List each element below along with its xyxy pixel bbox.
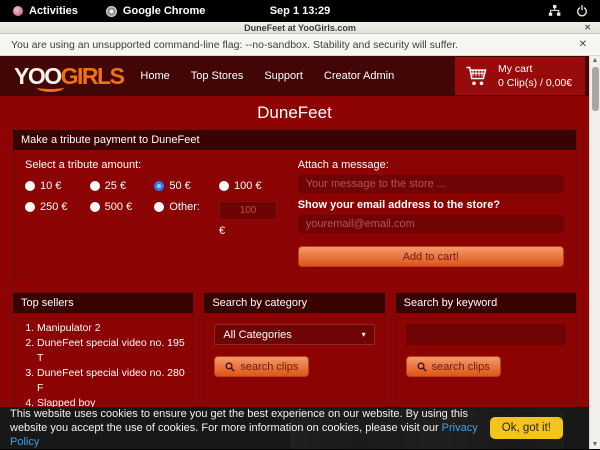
tribute-panel-header: Make a tribute payment to DuneFeet — [13, 130, 576, 150]
radio-checked-icon — [154, 181, 164, 191]
radio-label: Other: — [169, 201, 200, 213]
activities-label: Activities — [29, 5, 78, 17]
tribute-option-100[interactable]: 100 € — [219, 180, 284, 192]
bottom-panels: Top sellers Manipulator 2 DuneFeet speci… — [12, 292, 577, 407]
tribute-option-25[interactable]: 25 € — [90, 180, 155, 192]
radio-label: 500 € — [105, 201, 133, 213]
cookie-text-body: This website uses cookies to ensure you … — [10, 408, 468, 434]
search-clips-category-button[interactable]: search clips — [214, 356, 309, 377]
radio-icon — [25, 181, 35, 191]
message-label: Attach a message: — [298, 159, 564, 171]
browser-viewport: YOOGIRLS Home Top Stores Support Creator… — [0, 56, 600, 449]
distro-icon — [13, 6, 23, 16]
cart-summary: 0 Clip(s) / 0,00€ — [498, 76, 572, 90]
cart-icon — [465, 65, 489, 88]
tribute-option-other[interactable]: Other: — [154, 201, 219, 213]
tribute-option-50-selected[interactable]: 50 € — [154, 180, 219, 192]
chevron-down-icon: ▾ — [362, 330, 366, 339]
tribute-panel: Make a tribute payment to DuneFeet Selec… — [12, 129, 577, 280]
radio-icon — [219, 181, 229, 191]
page-title: DuneFeet — [0, 96, 589, 129]
search-icon — [225, 362, 235, 372]
tribute-option-500[interactable]: 500 € — [90, 201, 155, 213]
warning-close-icon[interactable]: ✕ — [579, 39, 587, 50]
radio-label: 25 € — [105, 180, 126, 192]
top-seller-item[interactable]: Slapped boy — [37, 396, 187, 407]
radio-label: 10 € — [40, 180, 61, 192]
site-header: YOOGIRLS Home Top Stores Support Creator… — [0, 56, 589, 96]
radio-icon — [25, 202, 35, 212]
system-tray — [548, 5, 588, 17]
site-logo[interactable]: YOOGIRLS — [14, 65, 123, 88]
top-seller-item[interactable]: DuneFeet special video no. 195 T — [37, 336, 187, 366]
clock: Sep 1 13:29 — [0, 5, 600, 17]
radio-label: 100 € — [234, 180, 262, 192]
top-sellers-header: Top sellers — [13, 293, 193, 313]
search-clips-label: search clips — [432, 361, 490, 373]
search-category-panel: Search by category All Categories ▾ — [203, 292, 385, 407]
app-menu-button[interactable]: Google Chrome — [106, 5, 206, 17]
cart-label: My cart — [498, 62, 572, 76]
nav-top-stores[interactable]: Top Stores — [191, 70, 244, 82]
email-label: Show your email address to the store? — [298, 199, 564, 211]
scrollbar-thumb[interactable] — [592, 67, 599, 111]
radio-icon — [90, 181, 100, 191]
search-clips-label: search clips — [240, 361, 298, 373]
keyword-input[interactable] — [406, 324, 566, 345]
tribute-amount-options: 10 € 25 € 50 € — [25, 180, 284, 237]
window-titlebar[interactable]: DuneFeet at YooGirls.com ✕ — [0, 22, 600, 34]
currency-label: € — [219, 225, 284, 237]
nav-home[interactable]: Home — [140, 70, 169, 82]
search-category-header: Search by category — [204, 293, 384, 313]
activities-button[interactable]: Activities — [13, 5, 78, 17]
window-title: DuneFeet at YooGirls.com — [244, 23, 356, 33]
app-menu-label: Google Chrome — [123, 5, 206, 17]
cookie-footer: This website uses cookies to ensure you … — [0, 407, 589, 449]
radio-icon — [154, 202, 164, 212]
logo-text-girls: GIRLS — [61, 63, 124, 89]
window-close-icon[interactable]: ✕ — [584, 22, 591, 34]
page-main: DuneFeet Make a tribute payment to DuneF… — [0, 96, 589, 407]
warning-text: You are using an unsupported command-lin… — [11, 39, 458, 51]
add-to-cart-button[interactable]: Add to cart! — [298, 246, 564, 267]
message-input[interactable] — [298, 175, 564, 193]
category-select-value: All Categories — [223, 329, 291, 341]
top-sellers-list: Manipulator 2 DuneFeet special video no.… — [13, 313, 193, 407]
category-select[interactable]: All Categories ▾ — [214, 324, 374, 345]
scrollbar-down-icon[interactable]: ▼ — [592, 440, 599, 449]
chrome-icon — [106, 6, 117, 17]
tribute-option-250[interactable]: 250 € — [25, 201, 90, 213]
scrollbar[interactable]: ▲ ▼ — [589, 56, 600, 449]
radio-label: 250 € — [40, 201, 68, 213]
cookie-accept-button[interactable]: Ok, got it! — [490, 417, 563, 439]
cookie-text: This website uses cookies to ensure you … — [10, 407, 478, 449]
top-seller-item[interactable]: Manipulator 2 — [37, 321, 187, 336]
cart-button[interactable]: My cart 0 Clip(s) / 0,00€ — [455, 57, 585, 95]
nav-creator-admin[interactable]: Creator Admin — [324, 70, 394, 82]
logo-smile-icon — [37, 83, 64, 92]
screen: Activities Google Chrome Sep 1 13:29 Dun… — [0, 0, 600, 450]
power-icon[interactable] — [576, 5, 588, 17]
search-clips-keyword-button[interactable]: search clips — [406, 356, 501, 377]
email-input[interactable] — [298, 215, 564, 233]
radio-label: 50 € — [169, 180, 190, 192]
cookie-consent-bar: This website uses cookies to ensure you … — [0, 407, 589, 449]
scrollbar-up-icon[interactable]: ▲ — [592, 56, 599, 65]
other-amount-input[interactable] — [219, 201, 277, 220]
chrome-warning-bar: You are using an unsupported command-lin… — [0, 34, 600, 56]
radio-icon — [90, 202, 100, 212]
search-icon — [417, 362, 427, 372]
network-icon[interactable] — [548, 5, 561, 17]
tribute-option-10[interactable]: 10 € — [25, 180, 90, 192]
tribute-amount-label: Select a tribute amount: — [25, 159, 284, 171]
top-seller-item[interactable]: DuneFeet special video no. 280 F — [37, 366, 187, 396]
search-keyword-panel: Search by keyword search clips — [395, 292, 577, 407]
search-keyword-header: Search by keyword — [396, 293, 576, 313]
top-sellers-panel: Top sellers Manipulator 2 DuneFeet speci… — [12, 292, 194, 407]
gnome-top-bar: Activities Google Chrome Sep 1 13:29 — [0, 0, 600, 22]
nav-support[interactable]: Support — [264, 70, 303, 82]
main-nav: Home Top Stores Support Creator Admin — [140, 70, 394, 82]
